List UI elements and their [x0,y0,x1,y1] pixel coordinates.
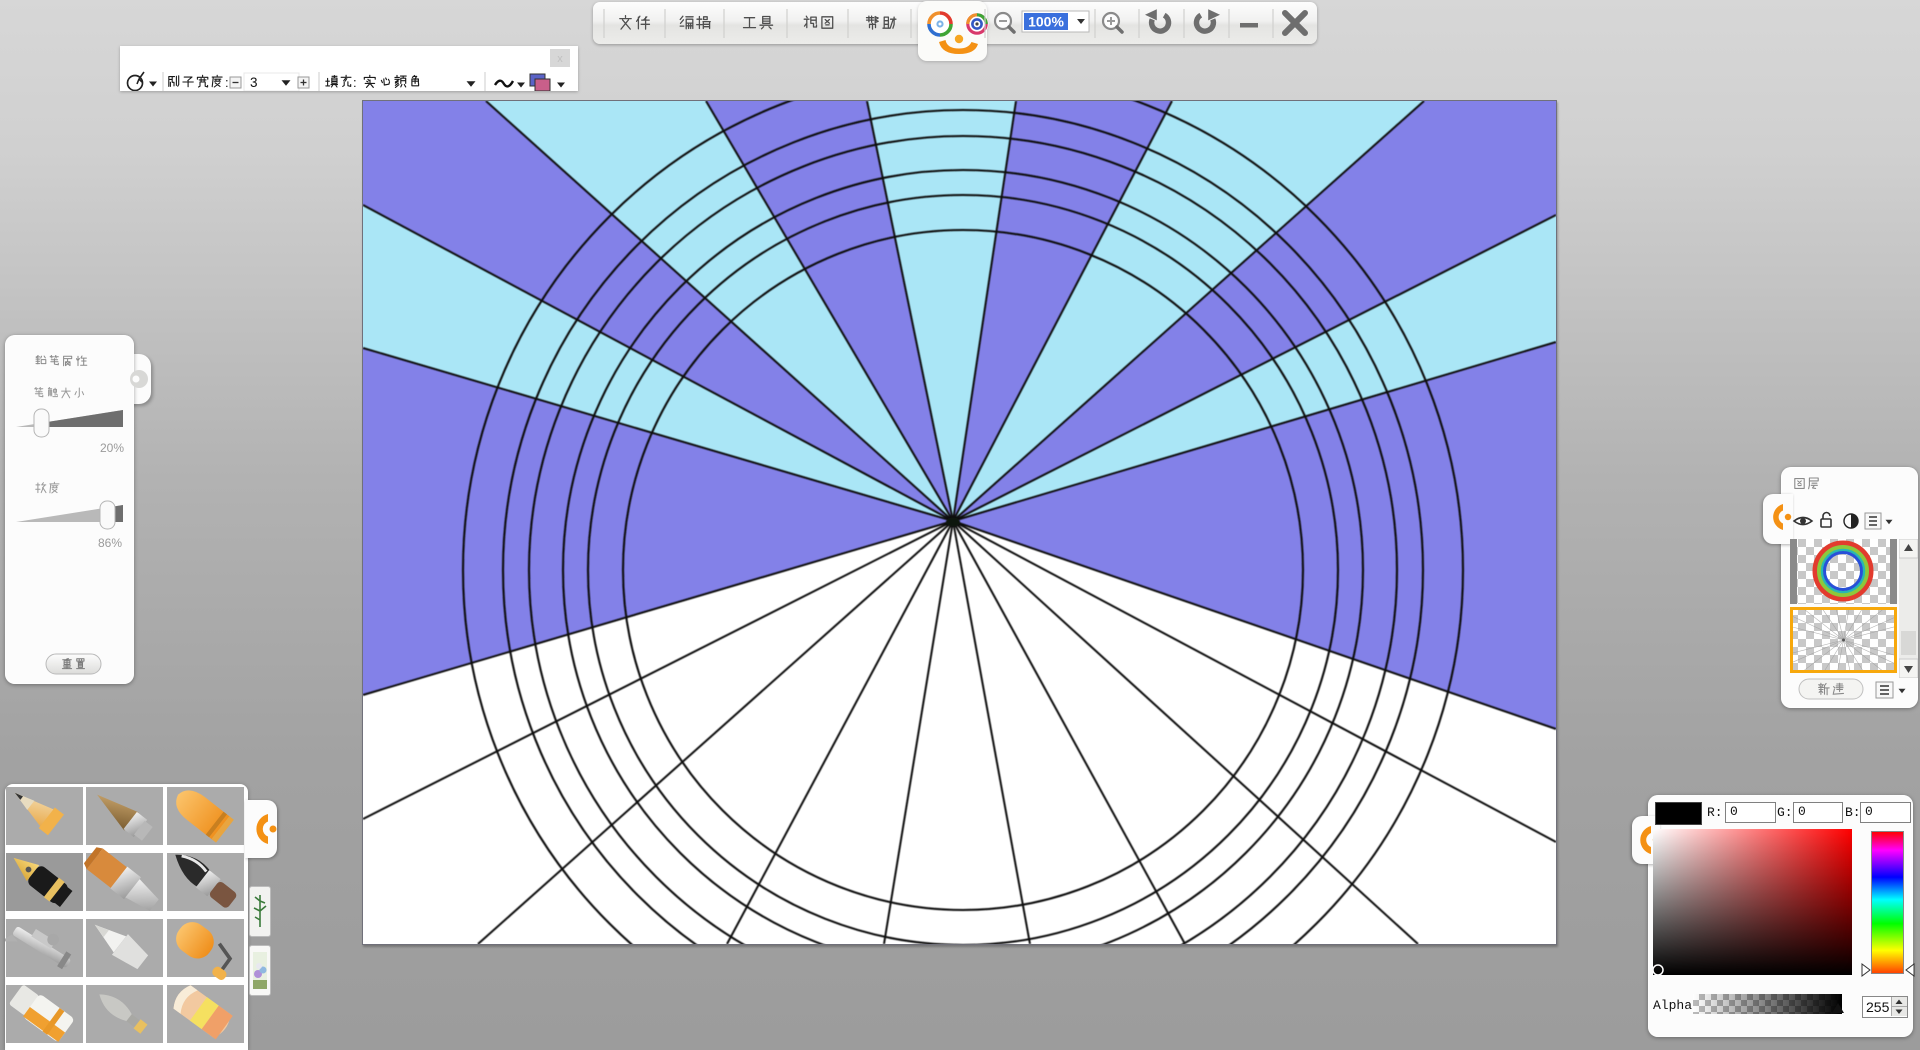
svg-text:100%: 100% [1028,14,1064,30]
svg-text::: : [225,75,229,90]
svg-text:20%: 20% [100,441,124,455]
svg-text:x: x [557,53,563,65]
svg-text:3: 3 [250,75,258,90]
svg-text:86%: 86% [98,536,122,550]
svg-text::: : [353,75,357,90]
